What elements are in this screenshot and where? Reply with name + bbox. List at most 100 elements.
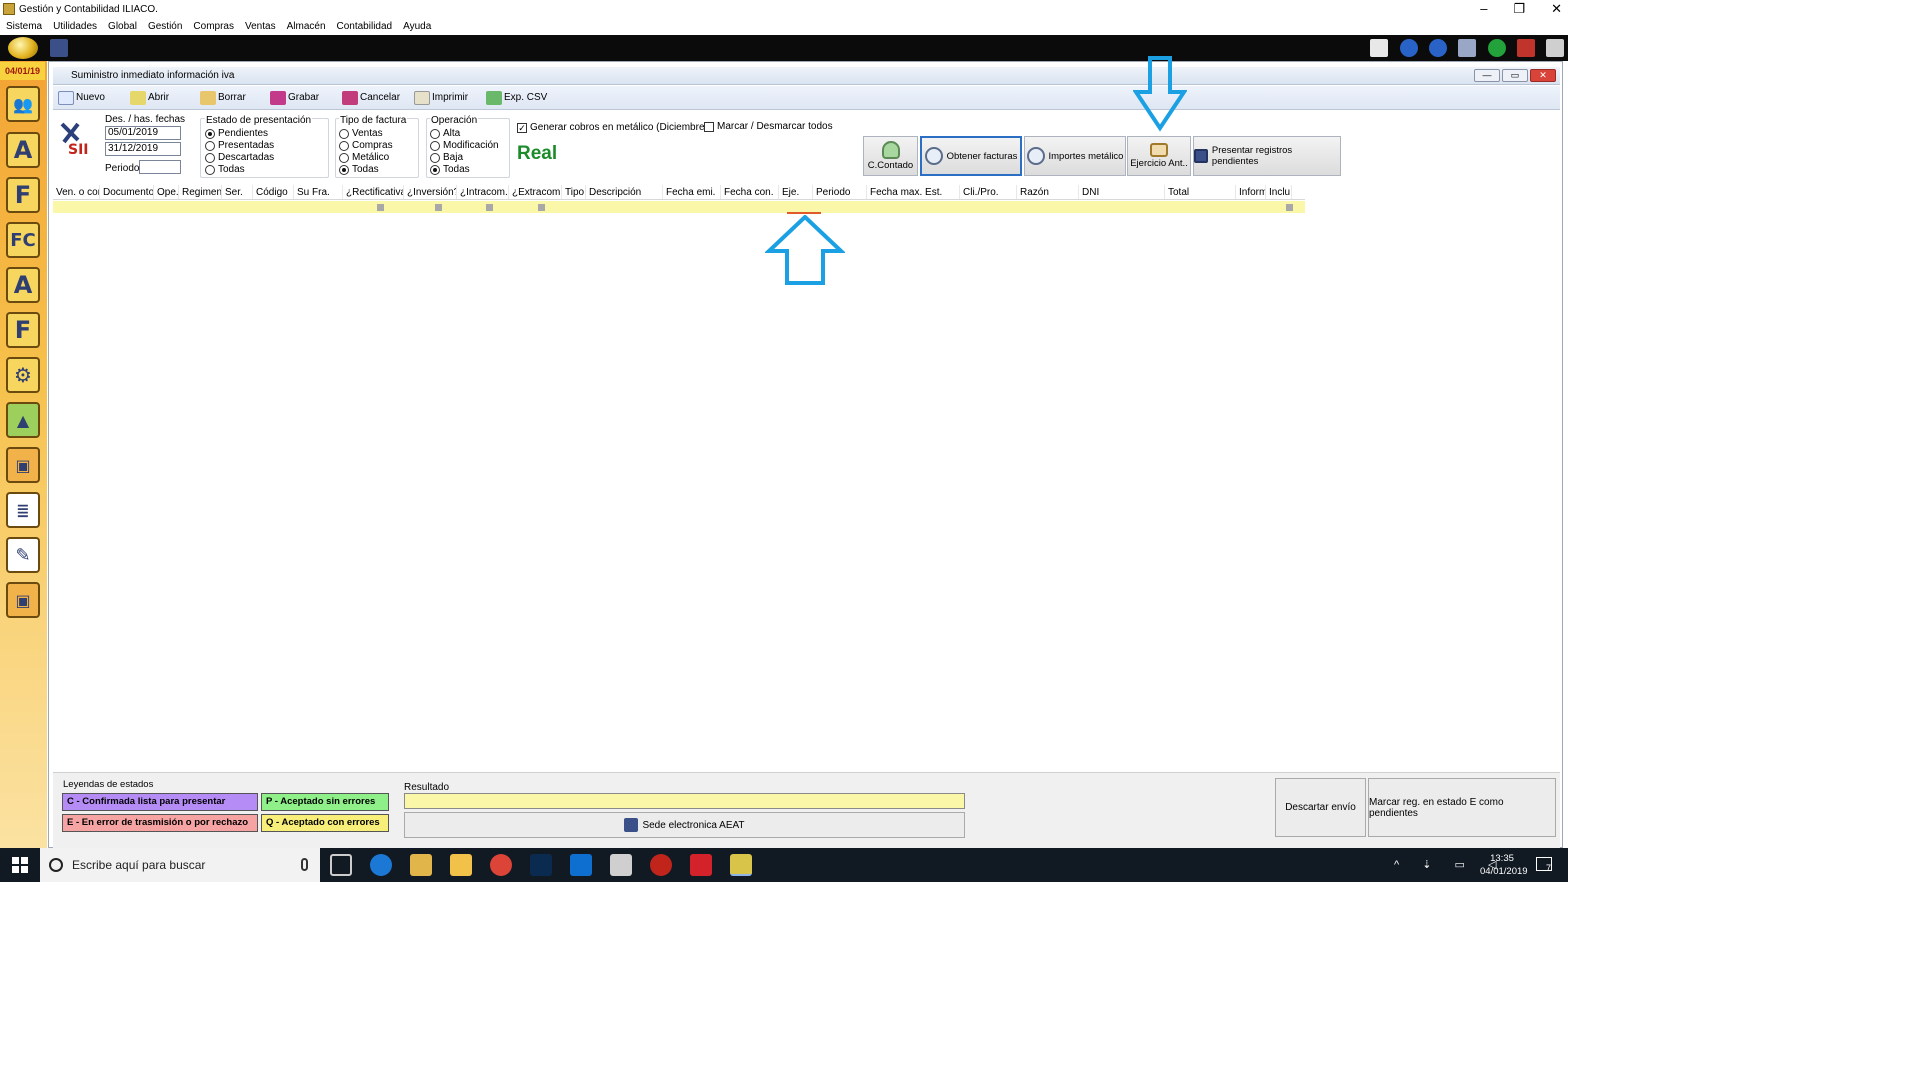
sede-aeat-button[interactable]: Sede electronica AEAT [404,812,965,838]
column-header-9[interactable]: ¿Intracom.? [457,185,509,199]
exit-icon[interactable] [1546,39,1564,57]
column-header-19[interactable]: Razón [1017,185,1079,199]
edge-icon[interactable] [370,854,392,876]
column-header-11[interactable]: Tipo [562,185,586,199]
menu-lines-icon[interactable] [1458,39,1476,57]
column-header-13[interactable]: Fecha emi. [663,185,721,199]
radio-estado-todas[interactable]: Todas [205,164,245,175]
ejercicio-anterior-button[interactable]: Ejercicio Ant.. [1127,136,1191,176]
marcar-pendientes-button[interactable]: Marcar reg. en estado E como pendientes [1368,778,1556,837]
radio-compras[interactable]: Compras [339,140,393,151]
close-button[interactable]: ✕ [1551,0,1562,18]
mail-icon[interactable] [1370,39,1388,57]
gear-icon[interactable]: ⚙ [6,357,40,393]
radio-ventas[interactable]: Ventas [339,128,383,139]
iliaco-taskbar-icon[interactable] [730,854,752,876]
checkbox-extracom[interactable] [538,204,545,211]
restore-button[interactable]: ❐ [1513,0,1525,18]
column-header-22[interactable]: Informa [1236,185,1266,199]
presentar-registros-button[interactable]: Presentar registros pendientes [1193,136,1341,176]
bag-icon[interactable]: ▲ [6,402,40,438]
menu-gestion[interactable]: Gestión [148,21,182,32]
nuevo-button[interactable]: Nuevo [58,90,130,105]
sub-close-button[interactable]: ✕ [1530,69,1556,82]
column-header-6[interactable]: Su Fra. [294,185,343,199]
column-header-20[interactable]: DNI [1079,185,1165,199]
menu-almacen[interactable]: Almacén [287,21,326,32]
back-arrow-icon[interactable] [1400,39,1418,57]
list-icon[interactable]: ≣ [6,492,40,528]
sii-icon[interactable] [50,39,68,57]
column-header-7[interactable]: ¿Rectificativa? [343,185,404,199]
generar-cobros-checkbox[interactable]: ✓ Generar cobros en metálico (Diciembre) [517,122,708,133]
cancelar-button[interactable]: Cancelar [342,90,414,105]
grabar-button[interactable]: Grabar [270,90,342,105]
descartar-envio-button[interactable]: Descartar envío [1275,778,1366,837]
radio-modificacion[interactable]: Modificación [430,140,499,151]
radio-descartadas[interactable]: Descartadas [205,152,274,163]
box-icon[interactable]: ▣ [6,447,40,483]
help-icon[interactable] [1488,39,1506,57]
box2-icon[interactable]: ▣ [6,582,40,618]
menu-compras[interactable]: Compras [193,21,234,32]
sidebar-a-icon[interactable]: A [6,132,40,168]
obtener-facturas-button[interactable]: Obtener facturas [920,136,1022,176]
menu-sistema[interactable]: Sistema [6,21,42,32]
fecha-desde-input[interactable]: 05/01/2019 [105,126,181,140]
importes-metalico-button[interactable]: Importes metálico [1024,136,1126,176]
marcar-todos-checkbox[interactable]: Marcar / Desmarcar todos [704,121,833,132]
menu-ventas[interactable]: Ventas [245,21,276,32]
table-row[interactable] [53,201,1305,213]
checkbox-inversion[interactable] [435,204,442,211]
photoshop-icon[interactable] [530,854,552,876]
notifications-icon[interactable]: 7 [1536,857,1552,873]
folder-icon[interactable] [450,854,472,876]
radio-presentadas[interactable]: Presentadas [205,140,274,151]
column-header-16[interactable]: Periodo [813,185,867,199]
fecha-hasta-input[interactable]: 31/12/2019 [105,142,181,156]
column-header-17[interactable]: Fecha max. Est. [867,185,960,199]
users-icon[interactable]: 👥 [6,86,40,122]
sidebar-f2-icon[interactable]: F [6,312,40,348]
teamviewer-icon[interactable] [570,854,592,876]
column-header-1[interactable]: Documento [100,185,154,199]
clock[interactable]: 13:35 04/01/2019 [1480,852,1528,878]
sidebar-a2-icon[interactable]: A [6,267,40,303]
column-header-15[interactable]: Eje. [779,185,813,199]
radio-baja[interactable]: Baja [430,152,463,163]
chrome-icon[interactable] [490,854,512,876]
menu-contabilidad[interactable]: Contabilidad [337,21,393,32]
column-header-2[interactable]: Ope. [154,185,179,199]
column-header-0[interactable]: Ven. o com. [53,185,100,199]
column-header-12[interactable]: Descripción [586,185,663,199]
contado-button[interactable]: C.Contado [863,136,918,176]
taskbar-search[interactable]: Escribe aquí para buscar [40,848,320,882]
column-header-23[interactable]: Inclu. [1266,185,1292,199]
borrar-button[interactable]: Borrar [200,90,270,105]
minimize-button[interactable]: – [1480,0,1487,18]
abrir-button[interactable]: Abrir [130,90,200,105]
sub-maximize-button[interactable]: ▭ [1502,69,1528,82]
menu-global[interactable]: Global [108,21,137,32]
radio-tipo-todas[interactable]: Todas [339,164,379,175]
menu-utilidades[interactable]: Utilidades [53,21,97,32]
checkbox-rectificativa[interactable] [377,204,384,211]
column-header-10[interactable]: ¿Extracom.? [509,185,562,199]
sub-minimize-button[interactable]: — [1474,69,1500,82]
menu-ayuda[interactable]: Ayuda [403,21,431,32]
checkbox-intracom[interactable] [486,204,493,211]
windows-start-icon[interactable] [12,857,28,873]
exp-csv-button[interactable]: Exp. CSV [486,90,558,105]
close-app-icon[interactable] [1517,39,1535,57]
imprimir-button[interactable]: Imprimir [414,90,486,105]
column-header-4[interactable]: Ser. [222,185,253,199]
radio-pendientes[interactable]: Pendientes [205,128,268,139]
column-header-14[interactable]: Fecha con. [721,185,779,199]
periodo-input[interactable] [139,160,181,174]
resultado-field[interactable] [404,793,965,809]
task-view-icon[interactable] [330,854,352,876]
pencil-icon[interactable]: ✎ [6,537,40,573]
app-icon-9[interactable] [650,854,672,876]
checkbox-incluir[interactable] [1286,204,1293,211]
forward-arrow-icon[interactable] [1429,39,1447,57]
